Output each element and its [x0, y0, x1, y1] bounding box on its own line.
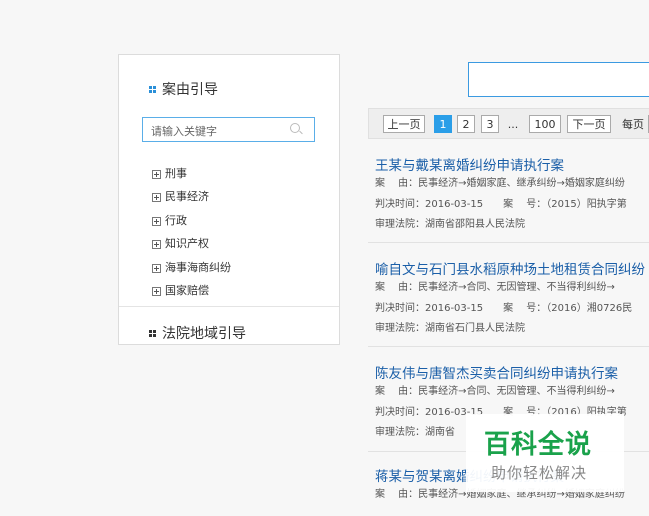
tree-item-civil-economic[interactable]: 民事经济 — [152, 190, 231, 213]
case-category-tree: 刑事 民事经济 行政 知识产权 海事海商纠纷 国家赔偿 — [152, 167, 231, 307]
result-cause: 案 由：民事经济→合同、无因管理、不当得利纠纷→ — [375, 386, 615, 397]
next-page-button[interactable]: 下一页 — [567, 115, 611, 133]
pagination-bar: 上一页 1 2 3 ... 100 下一页 每页 — [368, 108, 649, 139]
expand-plus-icon[interactable] — [152, 240, 161, 250]
sidebar-divider — [119, 306, 339, 307]
tree-item-label[interactable]: 民事经济 — [165, 190, 209, 204]
page-ellipsis: ... — [507, 117, 519, 131]
tree-item-administrative[interactable]: 行政 — [152, 214, 231, 237]
per-page-label: 每页 — [622, 118, 644, 131]
expand-plus-icon[interactable] — [152, 193, 161, 203]
case-guide-heading: 案由引导 — [149, 79, 218, 99]
result-item: 喻自文与石门县水稻原种场土地租赁合同纠纷 案 由：民事经济→合同、无因管理、不当… — [375, 258, 649, 340]
expand-plus-icon[interactable] — [152, 263, 161, 273]
result-date-case-no: 判决时间：2016-03-15 案 号：（2016）湘0726民 — [375, 302, 633, 314]
tree-item-maritime[interactable]: 海事海商纠纷 — [152, 261, 231, 284]
page-3-button[interactable]: 3 — [481, 115, 499, 133]
search-icon[interactable] — [290, 123, 300, 133]
court-guide-title[interactable]: 法院地域引导 — [162, 323, 246, 343]
last-page-button[interactable]: 100 — [529, 115, 561, 133]
tree-item-label[interactable]: 国家赔偿 — [165, 284, 209, 298]
watermark-slogan: 助你轻松解决 — [491, 464, 588, 482]
result-item: 王某与戴某离婚纠纷申请执行案 案 由：民事经济→婚姻家庭、继承纠纷→婚姻家庭纠纷… — [375, 154, 649, 236]
result-court: 审理法院：湖南省邵阳县人民法院 — [375, 219, 525, 230]
main-search-input[interactable] — [468, 62, 649, 97]
watermark-brand: 百科全说 — [484, 430, 593, 460]
result-cause: 案 由：民事经济→合同、无因管理、不当得利纠纷→ — [375, 282, 615, 293]
case-guide-title: 案由引导 — [162, 82, 218, 98]
grid-dots-icon — [149, 85, 156, 93]
page-2-button[interactable]: 2 — [457, 115, 475, 133]
tree-item-label[interactable]: 知识产权 — [165, 237, 209, 251]
tree-item-state-compensation[interactable]: 国家赔偿 — [152, 284, 231, 307]
result-date-case-no: 判决时间：2016-03-15 案 号：（2015）阳执字第 — [375, 198, 627, 210]
court-region-heading[interactable]: 法院地域引导 — [149, 323, 246, 343]
result-title-link[interactable]: 喻自文与石门县水稻原种场土地租赁合同纠纷 — [375, 258, 649, 278]
search-placeholder: 请输入关键字 — [151, 125, 217, 138]
result-cause: 案 由：民事经济→婚姻家庭、继承纠纷→婚姻家庭纠纷 — [375, 178, 625, 189]
tree-item-intellectual-property[interactable]: 知识产权 — [152, 237, 231, 260]
expand-plus-icon[interactable] — [152, 286, 161, 296]
tree-item-label[interactable]: 刑事 — [165, 167, 187, 181]
result-divider — [368, 242, 649, 243]
prev-page-button[interactable]: 上一页 — [383, 115, 425, 133]
tree-item-label[interactable]: 海事海商纠纷 — [165, 261, 231, 275]
expand-plus-icon[interactable] — [152, 216, 161, 226]
case-guide-panel: 案由引导 请输入关键字 刑事 民事经济 行政 知识产权 海事海商纠纷 国家赔偿 — [118, 54, 340, 345]
result-divider — [368, 346, 649, 347]
page-1-button[interactable]: 1 — [434, 115, 452, 133]
tree-item-criminal[interactable]: 刑事 — [152, 167, 231, 190]
result-court: 审理法院：湖南省石门县人民法院 — [375, 323, 525, 334]
baike-watermark: 百科全说 助你轻松解决 — [466, 414, 624, 492]
keyword-search-input[interactable]: 请输入关键字 — [142, 117, 315, 142]
result-title-link[interactable]: 王某与戴某离婚纠纷申请执行案 — [375, 154, 649, 174]
tree-item-label[interactable]: 行政 — [165, 214, 187, 228]
result-title-link[interactable]: 陈友伟与唐智杰买卖合同纠纷申请执行案 — [375, 362, 649, 382]
expand-plus-icon[interactable] — [152, 170, 161, 179]
grid-dots-icon — [149, 329, 156, 337]
